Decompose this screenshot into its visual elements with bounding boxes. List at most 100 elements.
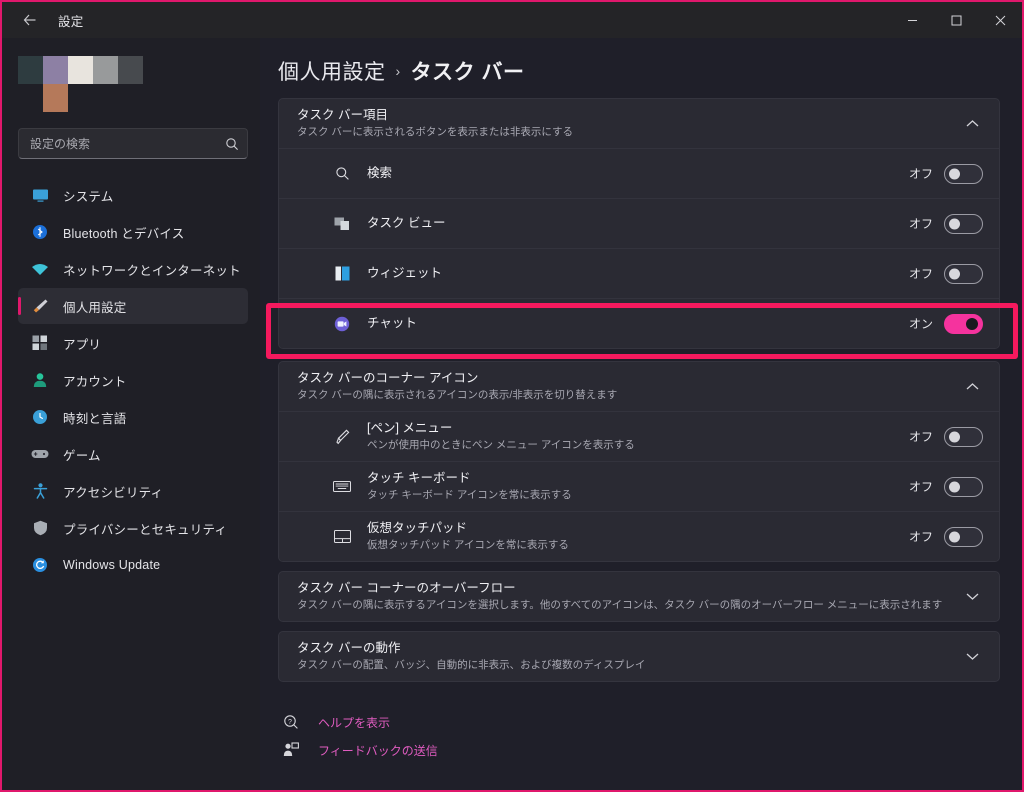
toggle-switch[interactable] — [944, 313, 983, 334]
row-label: 検索 — [367, 166, 393, 180]
row-description: タッチ キーボード アイコンを常に表示する — [367, 489, 572, 501]
row-label: [ペン] メニュー — [367, 421, 453, 435]
sidebar: システム Bluetooth とデバイス ネットワークとインターネット — [2, 38, 260, 790]
row-label: チャット — [367, 316, 417, 330]
row-task-view: タスク ビュー オフ — [279, 198, 999, 248]
row-search: 検索 オフ — [279, 148, 999, 198]
chevron-up-icon[interactable] — [962, 119, 983, 128]
sidebar-item-accessibility[interactable]: アクセシビリティ — [18, 473, 248, 509]
search-box[interactable] — [18, 128, 248, 159]
sidebar-item-accounts[interactable]: アカウント — [18, 362, 248, 398]
bluetooth-icon — [30, 223, 50, 241]
feedback-link[interactable]: フィードバックの送信 — [282, 736, 1000, 764]
toggle-pen-menu[interactable]: オフ — [908, 426, 983, 447]
accessibility-icon — [30, 482, 50, 500]
feedback-link-label[interactable]: フィードバックの送信 — [318, 742, 438, 759]
taskbar-behavior-header[interactable]: タスク バーの動作 タスク バーの配置、バッジ、自動的に非表示、および複数のディ… — [279, 632, 999, 681]
maximize-button[interactable] — [934, 2, 978, 38]
toggle-state-label: オフ — [908, 430, 933, 444]
mosaic-tile — [18, 84, 43, 112]
back-button[interactable] — [8, 4, 52, 36]
toggle-task-view[interactable]: オフ — [909, 213, 983, 234]
settings-window: 設定 設定の検索 システム Bluetooth とデバイス ネットワークとインタ… — [0, 0, 1024, 792]
breadcrumb: 個人用設定 › タスク バー — [278, 56, 1000, 86]
sidebar-item-label: アカウント — [63, 374, 127, 389]
section-subtitle: タスク バーに表示されるボタンを表示または非表示にする — [297, 126, 574, 138]
mosaic-tile — [118, 84, 143, 112]
toggle-state-label: オン — [908, 317, 933, 331]
sidebar-item-system[interactable]: システム — [18, 177, 248, 213]
clock-icon — [30, 408, 50, 426]
section-title: タスク バー コーナーのオーバーフロー — [297, 581, 516, 595]
sidebar-item-windows-update[interactable]: Windows Update — [18, 547, 248, 583]
toggle-widgets[interactable]: オフ — [908, 263, 983, 284]
corner-overflow-header[interactable]: タスク バー コーナーのオーバーフロー タスク バーの隅に表示するアイコンを選択… — [279, 572, 999, 621]
chevron-up-icon[interactable] — [962, 382, 983, 391]
sidebar-item-apps[interactable]: アプリ — [18, 325, 248, 361]
help-link[interactable]: ? ヘルプを表示 — [282, 708, 1000, 736]
row-description: 仮想タッチパッド アイコンを常に表示する — [367, 539, 569, 551]
sidebar-nav: システム Bluetooth とデバイス ネットワークとインターネット 個人用設… — [10, 177, 252, 583]
row-chat: チャット オン — [279, 298, 999, 348]
mosaic-tile — [118, 56, 143, 84]
chevron-down-icon[interactable] — [962, 652, 983, 661]
widgets-icon — [331, 266, 353, 281]
toggle-switch[interactable] — [944, 213, 983, 234]
chat-icon — [331, 316, 353, 332]
breadcrumb-root[interactable]: 個人用設定 — [278, 56, 386, 86]
toggle-state-label: オフ — [908, 167, 933, 181]
sidebar-item-label: プライバシーとセキュリティ — [63, 522, 228, 537]
section-title: タスク バーの動作 — [297, 641, 401, 655]
taskbar-behavior-card[interactable]: タスク バーの動作 タスク バーの配置、バッジ、自動的に非表示、および複数のディ… — [278, 631, 1000, 682]
touchpad-icon — [331, 530, 353, 543]
keyboard-icon — [331, 480, 353, 493]
corner-icons-header[interactable]: タスク バーのコーナー アイコン タスク バーの隅に表示されるアイコンの表示/非… — [279, 362, 999, 411]
sidebar-item-bluetooth[interactable]: Bluetooth とデバイス — [18, 214, 248, 250]
toggle-virtual-touchpad[interactable]: オフ — [908, 526, 983, 547]
row-touch-keyboard: タッチ キーボード タッチ キーボード アイコンを常に表示する オフ — [279, 461, 999, 511]
account-icon — [30, 371, 50, 389]
sidebar-item-label: 個人用設定 — [63, 300, 127, 315]
toggle-touch-keyboard[interactable]: オフ — [908, 476, 983, 497]
row-virtual-touchpad: 仮想タッチパッド 仮想タッチパッド アイコンを常に表示する オフ — [279, 511, 999, 561]
sidebar-item-network[interactable]: ネットワークとインターネット — [18, 251, 248, 287]
row-pen-menu: [ペン] メニュー ペンが使用中のときにペン メニュー アイコンを表示する オフ — [279, 411, 999, 461]
toggle-switch[interactable] — [944, 476, 983, 497]
mosaic-tile — [93, 84, 118, 112]
toggle-switch[interactable] — [944, 426, 983, 447]
mosaic-tile — [68, 56, 93, 84]
sidebar-item-personalization[interactable]: 個人用設定 — [18, 288, 248, 324]
sidebar-item-privacy-security[interactable]: プライバシーとセキュリティ — [18, 510, 248, 546]
search-input[interactable] — [30, 136, 225, 151]
minimize-button[interactable] — [890, 2, 934, 38]
sidebar-item-time-language[interactable]: 時刻と言語 — [18, 399, 248, 435]
monitor-icon — [30, 186, 50, 204]
toggle-switch[interactable] — [944, 526, 983, 547]
corner-overflow-card[interactable]: タスク バー コーナーのオーバーフロー タスク バーの隅に表示するアイコンを選択… — [278, 571, 1000, 622]
wifi-icon — [30, 260, 50, 278]
close-button[interactable] — [978, 2, 1022, 38]
toggle-state-label: オフ — [908, 267, 933, 281]
sidebar-item-label: ゲーム — [63, 448, 101, 463]
section-title: タスク バー項目 — [297, 108, 388, 122]
footer-links: ? ヘルプを表示 フィードバックの送信 — [278, 708, 1000, 764]
mosaic-tile — [43, 56, 68, 84]
content-area: 個人用設定 › タスク バー タスク バー項目 タスク バーに表示されるボタンを… — [260, 38, 1022, 790]
help-link-label[interactable]: ヘルプを表示 — [318, 714, 390, 731]
toggle-search[interactable]: オフ — [908, 163, 983, 184]
mosaic-tile — [18, 56, 43, 84]
chevron-down-icon[interactable] — [962, 592, 983, 601]
toggle-chat[interactable]: オン — [908, 313, 983, 334]
toggle-state-label: オフ — [908, 480, 933, 494]
row-description: ペンが使用中のときにペン メニュー アイコンを表示する — [367, 439, 635, 451]
corner-icons-card: タスク バーのコーナー アイコン タスク バーの隅に表示されるアイコンの表示/非… — [278, 361, 1000, 562]
toggle-switch[interactable] — [944, 163, 983, 184]
toggle-switch[interactable] — [944, 263, 983, 284]
search-icon — [225, 137, 239, 151]
taskbar-items-header[interactable]: タスク バー項目 タスク バーに表示されるボタンを表示または非表示にする — [279, 99, 999, 148]
sidebar-item-gaming[interactable]: ゲーム — [18, 436, 248, 472]
sidebar-item-label: アプリ — [63, 337, 102, 352]
sidebar-item-label: ネットワークとインターネット — [63, 263, 241, 278]
toggle-state-label: オフ — [908, 530, 933, 544]
svg-text:?: ? — [288, 719, 292, 726]
